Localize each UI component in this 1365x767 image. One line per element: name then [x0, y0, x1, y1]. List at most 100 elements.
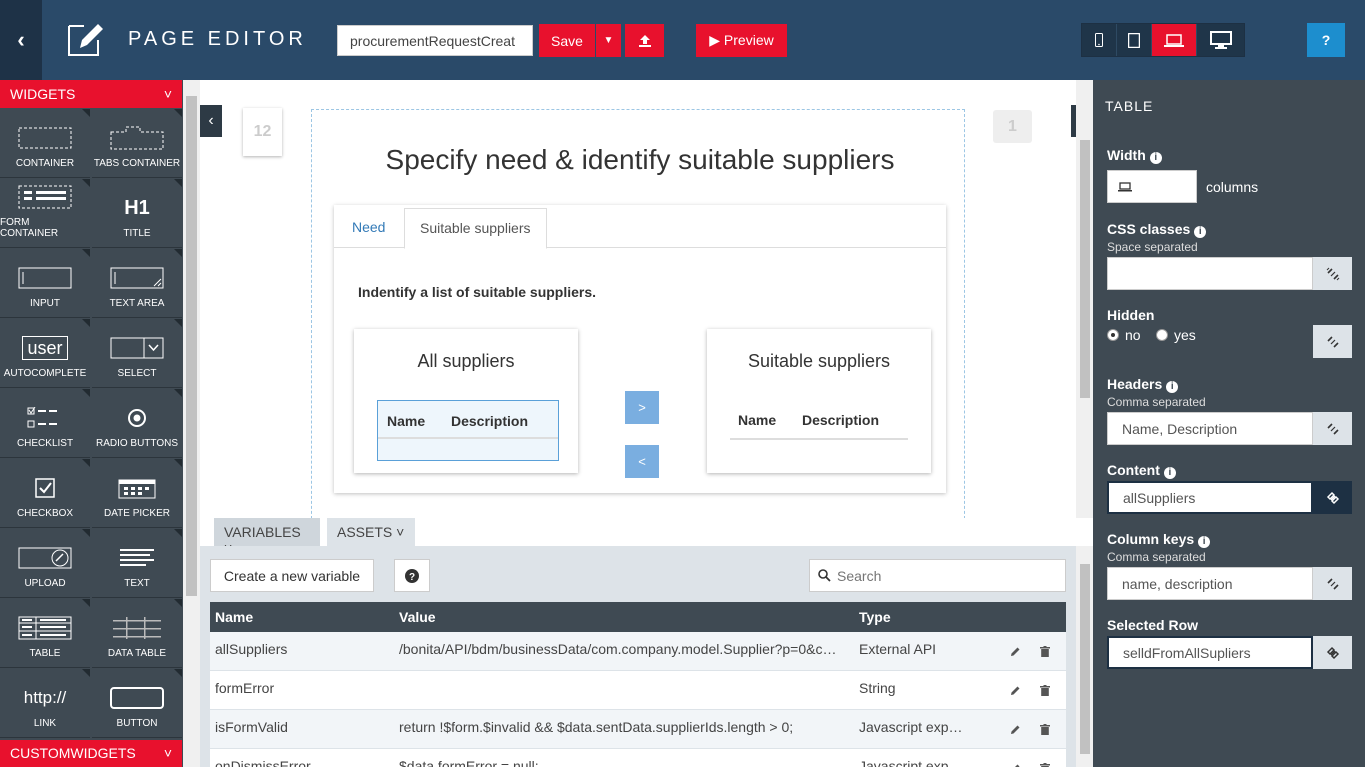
- widget-radio-buttons[interactable]: RADIO BUTTONS: [92, 389, 182, 458]
- table-header-description: Description: [451, 413, 529, 429]
- variable-type: String: [859, 680, 896, 696]
- checklist-icon: [18, 404, 72, 432]
- widget-link[interactable]: http:// LINK: [0, 669, 90, 738]
- move-right-button[interactable]: >: [625, 391, 659, 424]
- table-row[interactable]: onDismissError $data.formError = null; Jav…: [210, 749, 1066, 767]
- info-icon[interactable]: i: [1163, 467, 1176, 479]
- help-button[interactable]: ?: [1307, 23, 1345, 57]
- checkbox-icon: [18, 474, 72, 502]
- hidden-bind-button[interactable]: [1313, 325, 1352, 358]
- widget-title[interactable]: H1 TITLE: [92, 179, 182, 248]
- widget-checkbox[interactable]: CHECKBOX: [0, 459, 90, 528]
- widget-select[interactable]: SELECT: [92, 319, 182, 388]
- css-classes-bind-button[interactable]: [1313, 257, 1352, 290]
- widget-input[interactable]: INPUT: [0, 249, 90, 318]
- widgets-header-label: WIDGETS: [10, 86, 76, 102]
- selected-row-bind-button[interactable]: [1313, 636, 1352, 669]
- variables-scrollbar[interactable]: [1076, 546, 1093, 767]
- palette-scroll-thumb[interactable]: [186, 96, 197, 596]
- all-suppliers-table[interactable]: Name Description: [377, 400, 559, 461]
- content-input[interactable]: allSuppliers: [1107, 481, 1313, 514]
- widget-container[interactable]: CONTAINER: [0, 109, 90, 178]
- intro-text[interactable]: Indentify a list of suitable suppliers.: [358, 284, 596, 300]
- page-container[interactable]: Specify need & identify suitable supplie…: [311, 109, 965, 518]
- page-name-input[interactable]: [337, 25, 533, 56]
- content-label-text: Content: [1107, 462, 1160, 478]
- column-keys-bind-button[interactable]: [1313, 567, 1352, 600]
- search-box[interactable]: [809, 559, 1066, 592]
- selected-row-input[interactable]: selldFromAllSupliers: [1107, 636, 1313, 669]
- container-icon: [18, 124, 72, 152]
- edit-pencil-icon[interactable]: [1010, 683, 1021, 699]
- export-button[interactable]: [625, 24, 664, 57]
- widget-text-area[interactable]: TEXT AREA: [92, 249, 182, 318]
- widget-upload[interactable]: UPLOAD: [0, 529, 90, 598]
- back-button[interactable]: ‹: [0, 0, 42, 80]
- info-icon[interactable]: i: [1198, 536, 1211, 548]
- widget-autocomplete[interactable]: user AUTOCOMPLETE: [0, 319, 90, 388]
- table-row[interactable]: formError String: [210, 671, 1066, 710]
- save-button[interactable]: Save: [539, 24, 595, 57]
- table-row[interactable]: allSuppliers/bonita/API/bdm/businessData…: [210, 632, 1066, 671]
- all-suppliers-panel[interactable]: All suppliers Name Description: [354, 329, 578, 473]
- tab-variables[interactable]: VARIABLES ˅: [214, 518, 320, 556]
- canvas-scroll-thumb[interactable]: [1080, 140, 1090, 398]
- column-keys-label: Column keys i: [1107, 531, 1211, 548]
- customwidgets-section-header[interactable]: CUSTOMWIDGETS ˅: [0, 740, 182, 767]
- save-dropdown-button[interactable]: ▼: [596, 24, 621, 57]
- info-icon[interactable]: i: [1166, 381, 1179, 393]
- info-icon[interactable]: i: [1194, 226, 1207, 238]
- widget-checklist[interactable]: CHECKLIST: [0, 389, 90, 458]
- edit-pencil-icon[interactable]: [1010, 644, 1021, 660]
- info-icon[interactable]: i: [1149, 152, 1162, 164]
- move-left-button[interactable]: <: [625, 445, 659, 478]
- search-input[interactable]: [837, 567, 1057, 584]
- table-row[interactable]: isFormValid return !$form.$invalid && $da…: [210, 710, 1066, 749]
- widget-button[interactable]: BUTTON: [92, 669, 182, 738]
- edit-pencil-icon[interactable]: [1010, 722, 1021, 738]
- hidden-no-radio[interactable]: no: [1107, 327, 1141, 343]
- widget-text[interactable]: TEXT: [92, 529, 182, 598]
- headers-bind-button[interactable]: [1313, 412, 1352, 445]
- delete-trash-icon[interactable]: [1040, 761, 1050, 767]
- device-desktop-button[interactable]: [1197, 24, 1244, 56]
- widget-form-container[interactable]: FORM CONTAINER: [0, 179, 90, 248]
- delete-trash-icon[interactable]: [1040, 683, 1050, 699]
- css-classes-input[interactable]: [1107, 257, 1313, 290]
- tab-assets[interactable]: ASSETS ˅: [327, 518, 415, 546]
- edit-pencil-icon[interactable]: [1010, 761, 1021, 767]
- suitable-suppliers-panel[interactable]: Suitable suppliers Name Description: [707, 329, 931, 473]
- width-input[interactable]: [1107, 170, 1197, 203]
- variables-scroll-thumb[interactable]: [1080, 564, 1090, 754]
- palette-scrollbar[interactable]: [183, 80, 200, 767]
- variables-help-button[interactable]: ?: [394, 559, 430, 592]
- headers-input[interactable]: Name, Description: [1107, 412, 1313, 445]
- column-width-badge: 1: [993, 110, 1032, 143]
- suitable-suppliers-table[interactable]: Name Description: [730, 400, 908, 440]
- tab-need[interactable]: Need: [337, 208, 400, 249]
- widgets-section-header[interactable]: WIDGETS ˅: [0, 80, 182, 108]
- widget-table[interactable]: TABLE: [0, 599, 90, 668]
- column-keys-input[interactable]: name, description: [1107, 567, 1313, 600]
- canvas-scrollbar[interactable]: [1076, 80, 1093, 518]
- widget-date-picker[interactable]: DATE PICKER: [92, 459, 182, 528]
- collapse-left-button[interactable]: ‹: [200, 105, 222, 137]
- device-laptop-button[interactable]: [1152, 24, 1197, 56]
- radio-selected-icon: [1107, 329, 1119, 341]
- chevron-left-icon: ‹: [208, 112, 214, 129]
- delete-trash-icon[interactable]: [1040, 722, 1050, 738]
- device-tablet-button[interactable]: [1117, 24, 1152, 56]
- widget-data-table[interactable]: DATA TABLE: [92, 599, 182, 668]
- tabs-container[interactable]: Need Suitable suppliers Indentify a list…: [334, 205, 946, 493]
- device-phone-button[interactable]: [1082, 24, 1117, 56]
- hidden-yes-radio[interactable]: yes: [1156, 327, 1196, 343]
- tab-suitable-suppliers[interactable]: Suitable suppliers: [404, 208, 547, 249]
- css-label-text: CSS classes: [1107, 221, 1191, 237]
- widget-tabs-container[interactable]: TABS CONTAINER: [92, 109, 182, 178]
- create-variable-button[interactable]: Create a new variable: [210, 559, 374, 592]
- delete-trash-icon[interactable]: [1040, 644, 1050, 660]
- preview-button[interactable]: ▶ Preview: [696, 24, 787, 57]
- unlink-icon: [1326, 335, 1339, 348]
- content-bind-button[interactable]: [1313, 481, 1352, 514]
- form-title[interactable]: Specify need & identify suitable supplie…: [312, 144, 968, 176]
